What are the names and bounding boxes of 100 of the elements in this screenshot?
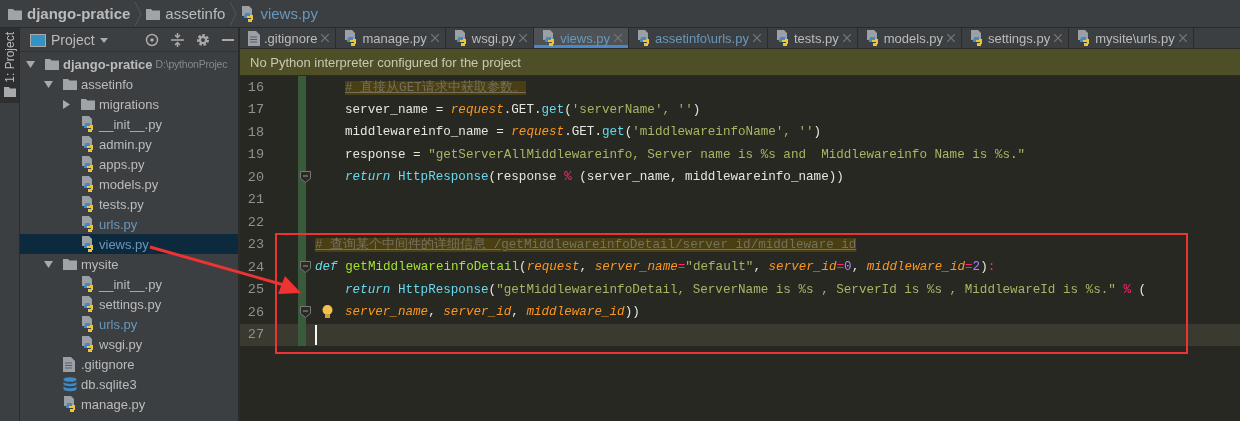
python-file-icon — [344, 30, 359, 46]
chevron-separator-icon — [134, 0, 143, 27]
close-icon[interactable] — [947, 34, 955, 42]
locate-icon[interactable] — [145, 33, 159, 47]
collapse-all-icon[interactable] — [171, 33, 184, 47]
python-file-icon — [542, 30, 557, 46]
close-icon[interactable] — [1178, 34, 1187, 42]
minimize-icon[interactable] — [222, 38, 234, 42]
tree-item[interactable]: views.py — [20, 234, 238, 254]
python-file-icon — [241, 5, 256, 22]
tree-item[interactable]: tests.py — [20, 194, 238, 214]
lightbulb-icon[interactable] — [322, 305, 333, 319]
close-icon[interactable] — [321, 34, 330, 42]
tree-item[interactable]: admin.py — [20, 134, 238, 154]
line-number: 24 — [246, 259, 265, 275]
python-file-icon — [63, 396, 77, 412]
close-icon[interactable] — [519, 34, 528, 42]
python-file-icon — [81, 276, 95, 292]
tree-item[interactable]: .gitignore — [20, 354, 238, 374]
tree-item[interactable]: wsgi.py — [20, 334, 238, 354]
fold-icon[interactable] — [300, 261, 311, 273]
line-number: 27 — [246, 327, 265, 343]
chevron-separator-icon — [229, 0, 238, 27]
tree-item-label: __init__.py — [99, 276, 162, 292]
close-icon[interactable] — [752, 34, 761, 42]
breadcrumb-item[interactable]: django-pratice — [27, 5, 131, 22]
folder-icon — [3, 86, 16, 97]
tree-item[interactable]: __init__.py — [20, 274, 238, 294]
line-number: 23 — [246, 237, 265, 253]
expanded-arrow-icon[interactable] — [44, 79, 53, 89]
fold-icon[interactable] — [300, 171, 311, 183]
folder-icon — [8, 7, 22, 20]
tree-item-label: mysite — [81, 256, 119, 272]
tree-item[interactable]: django-pratice D:\pythonProjec — [20, 54, 238, 74]
python-file-icon — [81, 176, 95, 192]
tree-item[interactable]: models.py — [20, 174, 238, 194]
tree-item[interactable]: __init__.py — [20, 114, 238, 134]
collapsed-arrow-icon[interactable] — [62, 99, 71, 109]
close-icon[interactable] — [842, 34, 851, 42]
tree-item[interactable]: urls.py — [20, 314, 238, 334]
project-window-icon — [30, 33, 46, 47]
close-icon[interactable] — [430, 34, 439, 42]
tree-item[interactable]: mysite — [20, 254, 238, 274]
tree-item[interactable]: db.sqlite3 — [20, 374, 238, 394]
code-line: middlewareinfo_name = request.GET.get('middlewareinfoName', '') — [345, 125, 822, 140]
tree-item[interactable]: apps.py — [20, 154, 238, 174]
folder-icon — [146, 7, 161, 20]
breadcrumb-item[interactable]: assetinfo — [165, 5, 226, 22]
python-file-icon — [775, 30, 790, 46]
tree-item[interactable]: urls.py — [20, 214, 238, 234]
folder-icon — [63, 258, 77, 270]
tree-item-label: urls.py — [99, 216, 138, 232]
python-file-icon — [81, 336, 95, 352]
editor-tab[interactable]: assetinfo\urls.py — [629, 28, 768, 48]
editor-tab[interactable]: settings.py — [962, 28, 1070, 48]
line-number: 22 — [246, 214, 265, 230]
folder-icon — [63, 78, 77, 90]
code-line: def getMiddlewareinfoDetail(request, server_name="default", server_id=0, middleware_id=2): — [315, 260, 996, 275]
project-tool-tab[interactable]: 1: Project — [0, 28, 19, 103]
code-line: response = "getServerAllMiddlewareinfo, Server name is %s and Middlewareinfo Name is %s." — [345, 147, 1026, 162]
python-file-icon — [1077, 30, 1092, 46]
folder-icon — [81, 98, 95, 110]
tree-item[interactable]: migrations — [20, 94, 238, 114]
code-line: return HttpResponse("getMiddlewareinfoDetail, ServerName is %s , ServerId is %s , MiddlewareId is %s." % ( — [345, 282, 1147, 297]
python-file-icon — [81, 316, 95, 332]
python-file-icon — [81, 136, 95, 152]
tree-item-label: settings.py — [99, 296, 162, 312]
folder-icon — [45, 58, 59, 70]
editor-tab[interactable]: tests.py — [767, 28, 858, 48]
tree-item-label: django-pratice — [63, 56, 153, 72]
code-line: server_name = request.GET.get('serverName', '') — [345, 102, 701, 117]
breadcrumb-item[interactable]: views.py — [260, 5, 318, 22]
close-icon[interactable] — [1054, 34, 1063, 42]
fold-icon[interactable] — [300, 306, 311, 318]
tree-item-label: wsgi.py — [99, 336, 143, 352]
editor-tab[interactable]: .gitignore — [240, 28, 337, 48]
text-cursor — [315, 324, 317, 345]
tree-item[interactable]: assetinfo — [20, 74, 238, 94]
code-line: return HttpResponse(response % (server_name, middlewareinfo_name)) — [345, 170, 844, 185]
line-number: 17 — [246, 102, 265, 118]
tree-item-label: tests.py — [99, 196, 144, 212]
python-file-icon — [81, 156, 95, 172]
tree-item-label: models.py — [99, 176, 159, 192]
settings-icon[interactable] — [196, 33, 210, 47]
project-view-selector[interactable]: Project — [30, 32, 108, 48]
editor-tab[interactable]: manage.py — [336, 28, 446, 48]
expanded-arrow-icon[interactable] — [44, 259, 53, 269]
line-number: 18 — [246, 124, 265, 140]
editor-tab[interactable]: models.py — [857, 28, 962, 48]
python-file-icon — [637, 30, 652, 46]
tree-item[interactable]: settings.py — [20, 294, 238, 314]
expanded-arrow-icon[interactable] — [26, 59, 35, 69]
python-file-icon — [81, 216, 95, 232]
line-number: 25 — [246, 282, 265, 298]
editor-tab[interactable]: mysite\urls.py — [1069, 28, 1194, 48]
tree-item-label: .gitignore — [81, 356, 135, 372]
tree-item[interactable]: manage.py — [20, 394, 238, 414]
line-number: 20 — [246, 169, 265, 185]
python-file-icon — [453, 30, 468, 46]
interpreter-warning-banner: No Python interpreter configured for the project — [240, 49, 1240, 76]
